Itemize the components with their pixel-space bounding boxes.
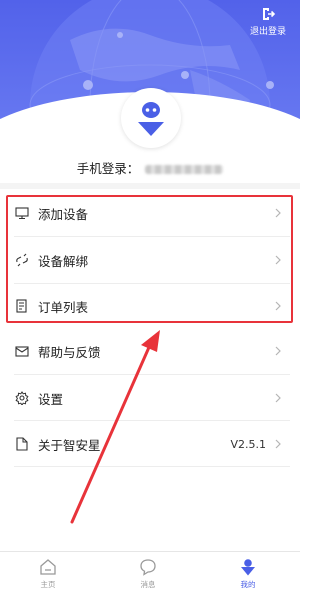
nav-home-label: 主页 [40, 580, 56, 589]
nav-home[interactable]: 主页 [18, 558, 78, 590]
home-icon [40, 559, 56, 575]
annotation-arrow-icon [70, 330, 160, 524]
nav-messages-label: 消息 [140, 580, 156, 589]
chat-bubble-icon [140, 559, 156, 576]
nav-mine[interactable]: 我的 [218, 558, 278, 590]
nav-messages[interactable]: 消息 [118, 558, 178, 590]
bottom-navigation: 主页 消息 我的 [0, 551, 300, 604]
nav-mine-label: 我的 [240, 580, 256, 589]
person-icon [241, 559, 255, 576]
